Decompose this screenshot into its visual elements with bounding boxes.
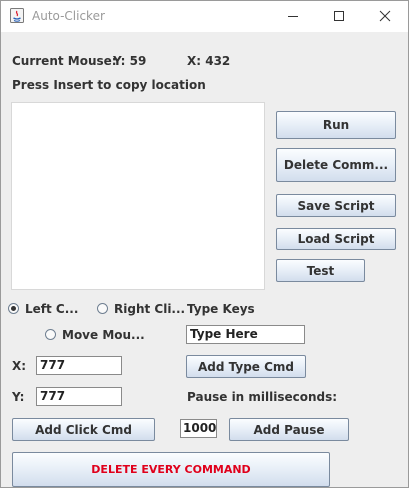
y-coordinate-label: Y: (12, 390, 25, 404)
content-panel: Current Mouse: Y: 59 X: 432 Press Insert… (1, 32, 408, 487)
current-mouse-label: Current Mouse: (12, 54, 117, 68)
window-title: Auto-Clicker (32, 9, 105, 23)
left-click-radio[interactable] (8, 303, 19, 314)
mouse-y-readout: Y: 59 (113, 54, 147, 68)
maximize-icon (334, 11, 344, 21)
add-type-cmd-button[interactable]: Add Type Cmd (186, 355, 306, 378)
type-keys-label: Type Keys (187, 302, 255, 316)
delete-every-command-button[interactable]: DELETE EVERY COMMAND (12, 452, 330, 487)
run-button[interactable]: Run (276, 111, 396, 139)
add-click-cmd-button[interactable]: Add Click Cmd (12, 418, 155, 441)
test-button[interactable]: Test (276, 259, 365, 282)
close-button[interactable] (362, 1, 408, 32)
delete-command-button[interactable]: Delete Comm... (276, 148, 396, 182)
insert-hint-label: Press Insert to copy location (12, 78, 206, 92)
close-icon (379, 10, 391, 22)
title-bar[interactable]: Auto-Clicker (1, 1, 408, 32)
x-coordinate-input[interactable]: 777 (36, 356, 122, 375)
java-app-icon (10, 8, 24, 23)
minimize-button[interactable] (270, 1, 316, 32)
load-script-button[interactable]: Load Script (276, 228, 396, 250)
move-mouse-label[interactable]: Move Mou... (62, 328, 145, 342)
mouse-x-readout: X: 432 (187, 54, 231, 68)
right-click-label[interactable]: Right Cli... (114, 302, 185, 316)
maximize-button[interactable] (316, 1, 362, 32)
pause-label: Pause in milliseconds: (187, 390, 338, 404)
x-coordinate-label: X: (12, 359, 27, 373)
minimize-icon (288, 16, 298, 17)
script-command-area[interactable] (11, 102, 265, 290)
y-coordinate-input[interactable]: 777 (36, 387, 122, 406)
save-script-button[interactable]: Save Script (276, 194, 396, 217)
type-keys-input[interactable]: Type Here (186, 325, 305, 344)
move-mouse-radio[interactable] (45, 329, 56, 340)
right-click-radio[interactable] (97, 303, 108, 314)
auto-clicker-window: Auto-Clicker Current Mouse: Y: 59 X: 432… (0, 0, 409, 488)
pause-ms-input[interactable]: 1000 (180, 419, 217, 438)
add-pause-button[interactable]: Add Pause (229, 418, 349, 441)
left-click-label[interactable]: Left C... (25, 302, 78, 316)
